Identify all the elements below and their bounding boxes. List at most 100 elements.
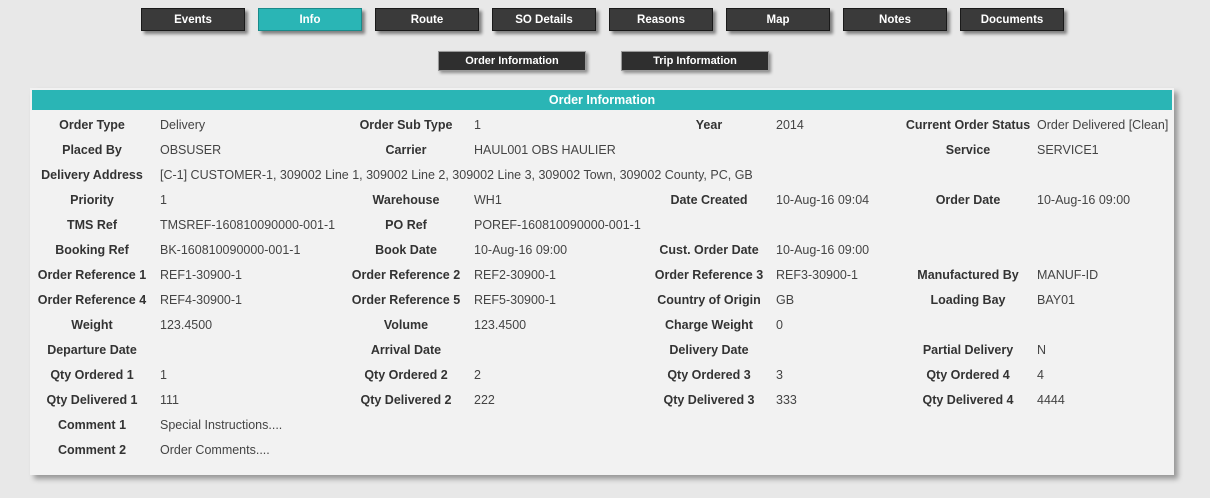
field-label: Service: [945, 142, 991, 157]
tab-route[interactable]: Route: [375, 8, 479, 31]
field-value: REF3-30900-1: [776, 267, 858, 282]
field-value: GB: [776, 292, 795, 307]
field-value: [770, 412, 905, 437]
field-label: [648, 212, 770, 237]
field-label: [905, 237, 1031, 262]
info-row: Booking Ref BK-160810090000-001-1 Book Dat…: [30, 237, 1174, 262]
field-label: Order Reference 1: [37, 267, 147, 282]
field-label: Arrival Date: [370, 342, 442, 357]
info-row: Comment 1 Special Instructions....: [30, 412, 1174, 437]
field-label: Charge Weight: [665, 317, 753, 332]
field-label: Qty Ordered 2: [364, 367, 448, 382]
field-label: [905, 212, 1031, 237]
tab-events[interactable]: Events: [141, 8, 245, 31]
field-label: Manufactured By: [917, 267, 1019, 282]
field-value: 10-Aug-16 09:00: [474, 242, 568, 257]
field-value: 222: [474, 392, 495, 407]
field-value: 10-Aug-16 09:04: [776, 192, 870, 207]
field-label: Booking Ref: [55, 242, 129, 257]
info-row: Qty Ordered 1 1 Qty Ordered 2 2 Qty Ordered …: [30, 362, 1174, 387]
info-row: Order Reference 4 REF4-30900-1 Order Refer…: [30, 287, 1174, 312]
panel-title: Order Information: [32, 90, 1172, 110]
field-label: Qty Ordered 3: [667, 367, 751, 382]
field-label: Qty Delivered 4: [922, 392, 1014, 407]
field-value: [468, 337, 648, 362]
field-value: 1: [474, 117, 481, 132]
field-value: 123.4500: [160, 317, 213, 332]
field-value: 10-Aug-16 09:00: [1037, 192, 1131, 207]
field-label: Loading Bay: [930, 292, 1006, 307]
field-value: [1031, 212, 1174, 237]
tab-map[interactable]: Map: [726, 8, 830, 31]
info-row: Order Type Delivery Order Sub Type 1 Year 201…: [30, 112, 1174, 137]
field-label: Qty Delivered 2: [360, 392, 452, 407]
field-value: 1: [160, 367, 167, 382]
info-row: Weight 123.4500 Volume 123.4500 Charge Weigh…: [30, 312, 1174, 337]
subtab-order-information[interactable]: Order Information: [438, 51, 586, 71]
field-label: Order Reference 4: [37, 292, 147, 307]
field-value: MANUF-ID: [1037, 267, 1099, 282]
field-value: 4444: [1037, 392, 1065, 407]
info-row: Qty Delivered 1 111 Qty Delivered 2 222 Qty …: [30, 387, 1174, 412]
field-value: [1031, 437, 1174, 462]
field-label: Delivery Date: [669, 342, 749, 357]
tab-documents[interactable]: Documents: [960, 8, 1064, 31]
field-label: Warehouse: [372, 192, 440, 207]
field-label: Partial Delivery: [922, 342, 1014, 357]
field-label: [344, 437, 468, 462]
field-label: TMS Ref: [67, 217, 117, 232]
tab-so-details[interactable]: SO Details: [492, 8, 596, 31]
field-value: [154, 337, 344, 362]
subtab-trip-information[interactable]: Trip Information: [621, 51, 769, 71]
tab-notes[interactable]: Notes: [843, 8, 947, 31]
info-row: Delivery Address [C-1] CUSTOMER-1, 309002…: [30, 162, 1174, 187]
field-value: 0: [776, 317, 783, 332]
field-value: [468, 412, 648, 437]
field-label: Qty Delivered 3: [663, 392, 755, 407]
field-label: Departure Date: [47, 342, 137, 357]
field-value: 1: [160, 192, 167, 207]
field-value: REF2-30900-1: [474, 267, 556, 282]
field-label: Current Order Status: [905, 117, 1031, 132]
tab-reasons[interactable]: Reasons: [609, 8, 713, 31]
field-value: TMSREF-160810090000-001-1: [160, 217, 336, 232]
field-value: [770, 212, 905, 237]
field-value: SERVICE1: [1037, 142, 1099, 157]
field-label: Order Reference 3: [654, 267, 764, 282]
field-value: [468, 437, 648, 462]
field-value: Special Instructions....: [160, 417, 283, 432]
field-label: [344, 412, 468, 437]
field-label: [648, 137, 770, 162]
field-label: Comment 2: [57, 442, 127, 457]
field-value: [770, 337, 905, 362]
field-label: Order Date: [935, 192, 1001, 207]
info-row: Departure Date Arrival Date Delivery Date P…: [30, 337, 1174, 362]
field-value: [770, 437, 905, 462]
field-value: HAUL001 OBS HAULIER: [474, 142, 616, 157]
field-label: Year: [695, 117, 723, 132]
field-label: [905, 312, 1031, 337]
field-value: REF4-30900-1: [160, 292, 242, 307]
field-label: PO Ref: [385, 217, 427, 232]
field-value: [C-1] CUSTOMER-1, 309002 Line 1, 309002 …: [160, 167, 753, 182]
field-label: Order Reference 5: [351, 292, 461, 307]
field-value: [1031, 412, 1174, 437]
field-value: 333: [776, 392, 797, 407]
field-value: 2014: [776, 117, 804, 132]
field-label: Priority: [70, 192, 114, 207]
field-value: Delivery: [160, 117, 206, 132]
field-value: OBSUSER: [160, 142, 222, 157]
tab-info[interactable]: Info: [258, 8, 362, 31]
field-value: 123.4500: [474, 317, 527, 332]
field-label: Order Type: [59, 117, 125, 132]
field-label: [905, 437, 1031, 462]
field-label: Country of Origin: [657, 292, 761, 307]
field-label: Date Created: [670, 192, 748, 207]
field-value: Order Comments....: [160, 442, 270, 457]
info-row: Comment 2 Order Comments....: [30, 437, 1174, 462]
info-row: Placed By OBSUSER Carrier HAUL001 OBS HAULI…: [30, 137, 1174, 162]
field-value: POREF-160810090000-001-1: [474, 217, 641, 232]
field-label: [648, 412, 770, 437]
field-label: Cust. Order Date: [659, 242, 759, 257]
field-label: Book Date: [375, 242, 437, 257]
